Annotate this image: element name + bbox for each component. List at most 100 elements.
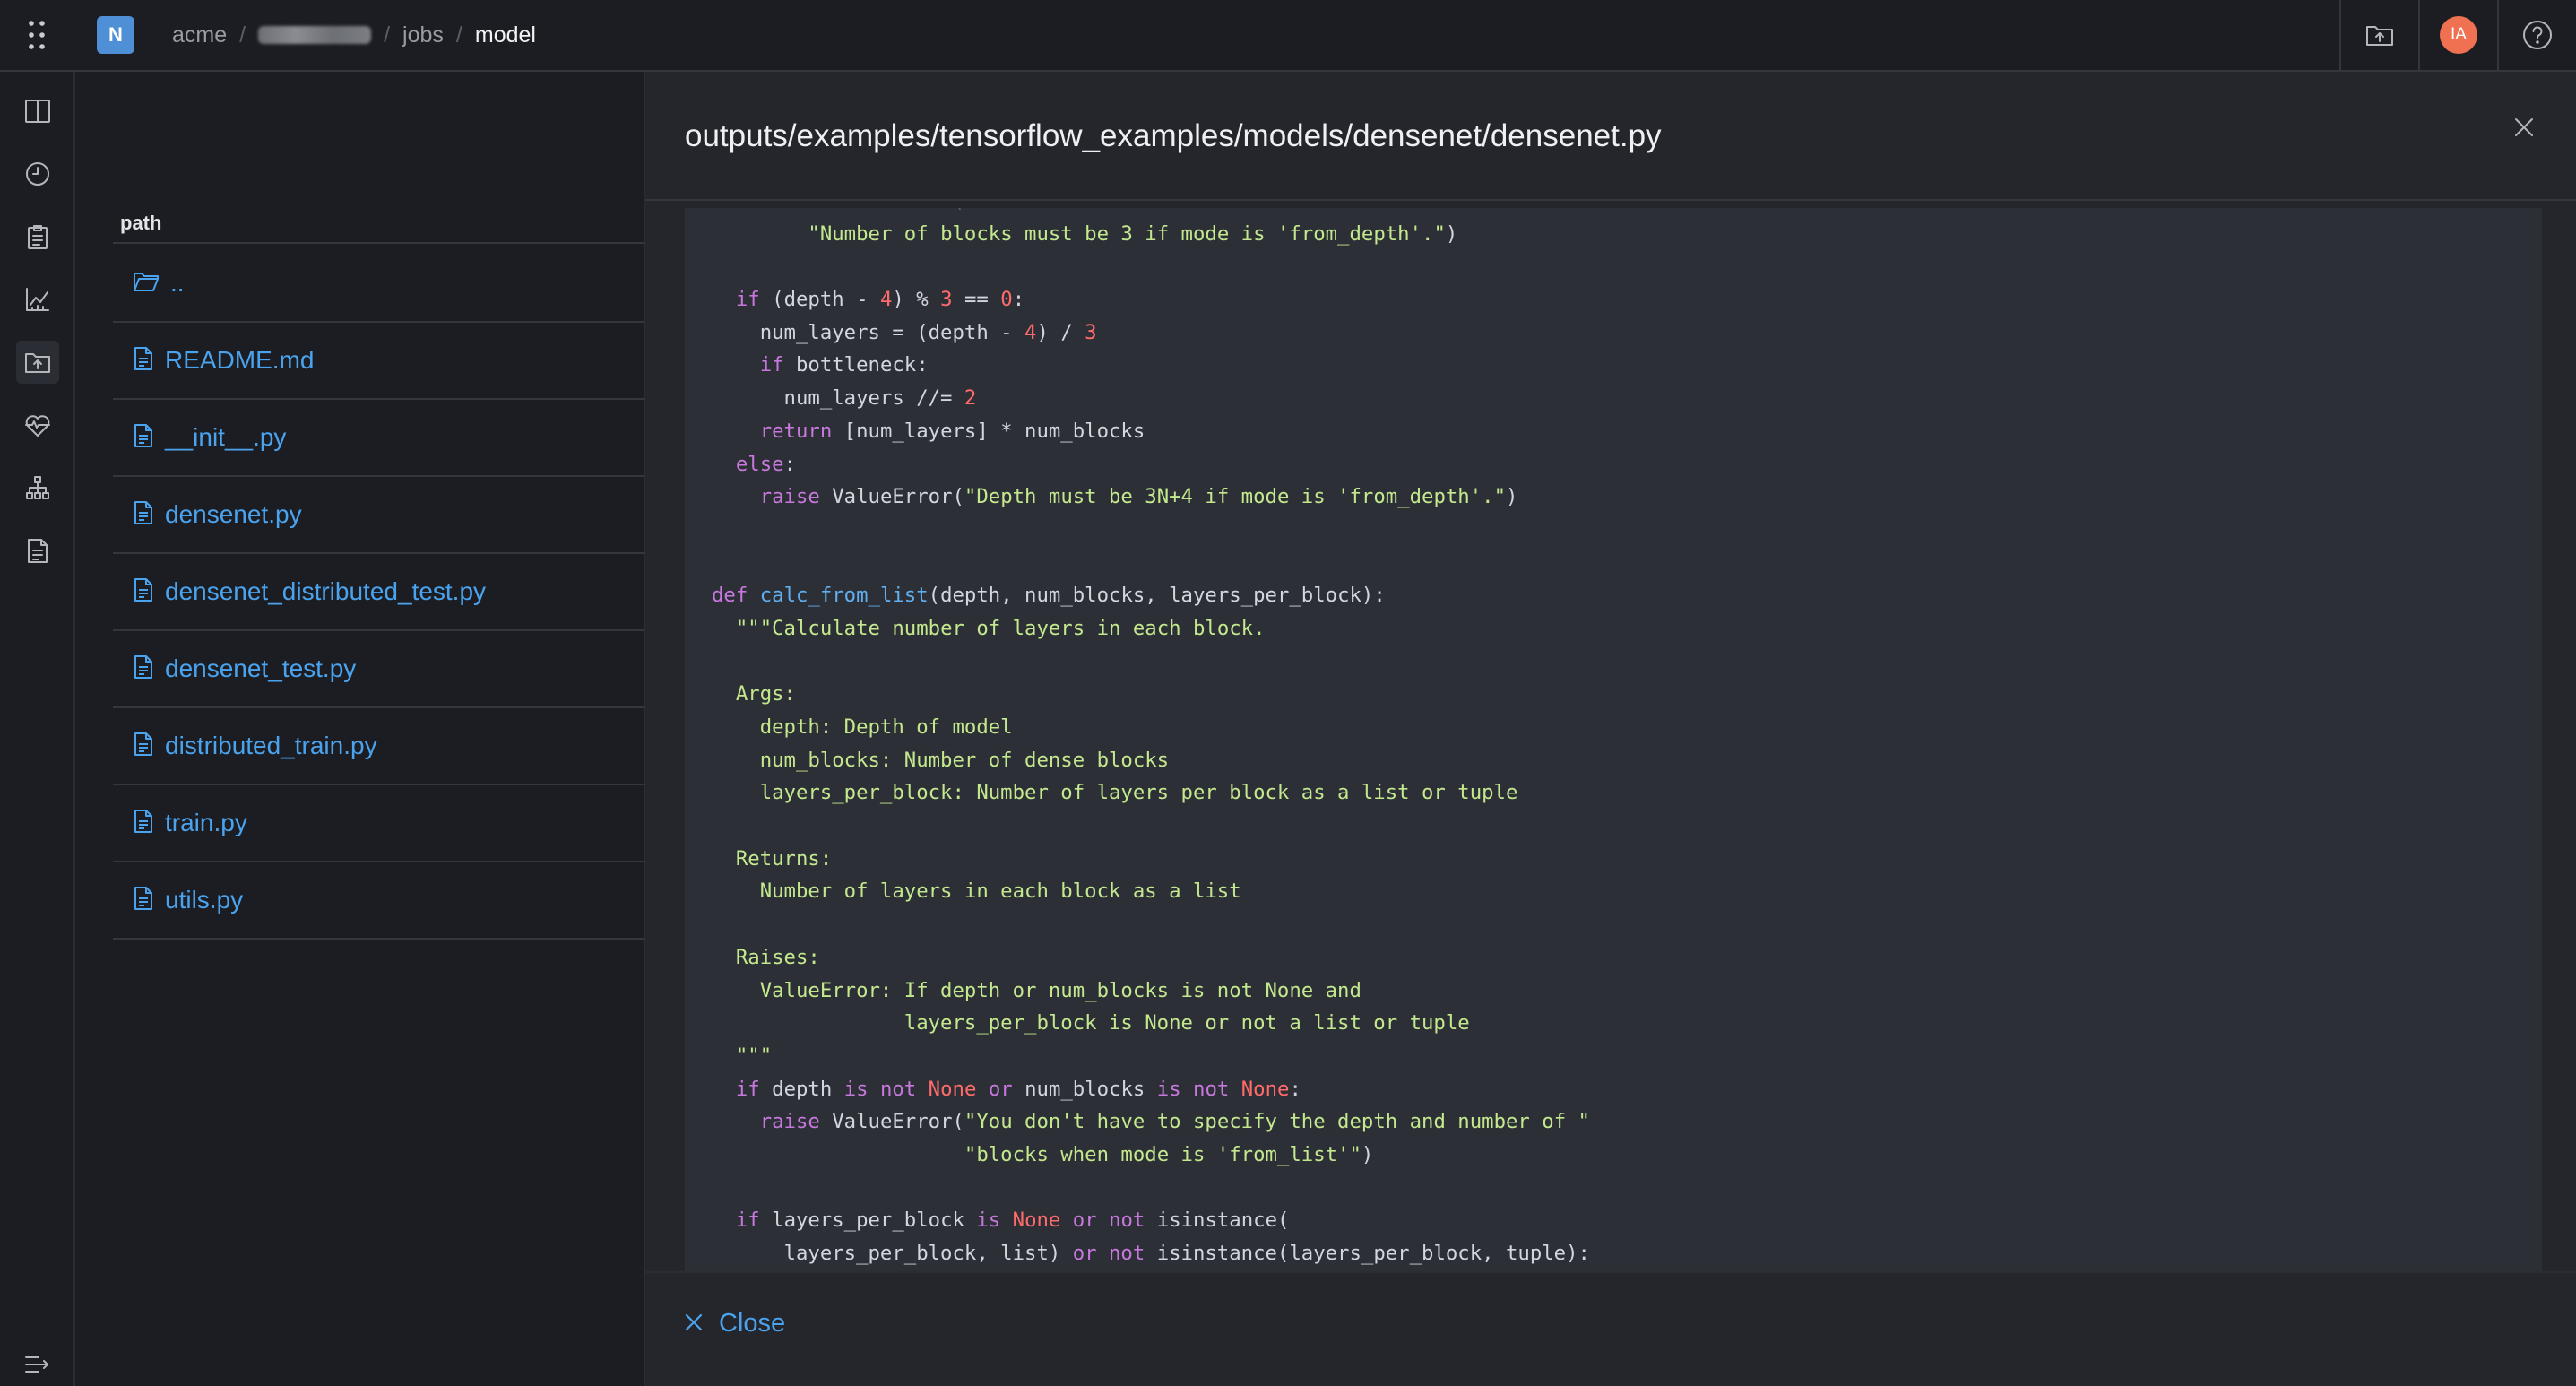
close-button[interactable]: Close: [685, 1309, 785, 1338]
code-content: raise ValueError( "Number of blocks must…: [685, 208, 1590, 1270]
code-line: num_layers = (depth - 4) / 3: [685, 316, 1590, 350]
code-token: ): [1506, 485, 1518, 509]
breadcrumb-project-redacted[interactable]: [258, 26, 372, 44]
file-name-link[interactable]: __init__.py: [165, 423, 286, 452]
file-name-link[interactable]: densenet_test.py: [165, 654, 356, 683]
file-name-link[interactable]: utils.py: [165, 886, 243, 914]
code-token: [num_layers] * num_blocks: [832, 419, 1145, 443]
breadcrumb: acme / / jobs / model: [172, 22, 536, 48]
heart-pulse-icon: [25, 415, 50, 437]
code-token: ) %: [892, 288, 941, 312]
divider: [645, 199, 2576, 201]
nav-metrics[interactable]: [16, 278, 59, 321]
code-token: return: [759, 419, 833, 443]
breadcrumb-owner[interactable]: acme: [172, 22, 227, 48]
code-token: isinstance(layers_per_block, tuple):: [1145, 1242, 1590, 1265]
code-token: num_layers //=: [712, 386, 964, 411]
folder-icon: [133, 270, 160, 298]
code-line: if (depth - 4) % 3 == 0:: [685, 283, 1590, 316]
file-name-link[interactable]: distributed_train.py: [165, 732, 377, 760]
brand-logo[interactable]: N: [97, 16, 134, 54]
file-name-link[interactable]: densenet.py: [165, 500, 302, 529]
file-icon: [133, 886, 154, 915]
code-token: raise ValueError(: [712, 208, 964, 212]
code-token: None: [1240, 1077, 1290, 1101]
app-menu-button[interactable]: [0, 0, 73, 71]
nav-docs[interactable]: [16, 529, 59, 572]
nav-lineage[interactable]: [16, 466, 59, 509]
code-token: :: [1012, 288, 1025, 312]
code-token: is: [976, 1208, 1001, 1233]
top-bar: N acme / / jobs / model IA: [0, 0, 2576, 72]
code-viewer[interactable]: raise ValueError( "Number of blocks must…: [685, 208, 2542, 1334]
close-icon: [685, 1309, 703, 1338]
code-token: 0: [1000, 288, 1013, 312]
code-token: Returns:: [712, 846, 833, 871]
code-token: None: [928, 1077, 977, 1101]
code-token: if: [735, 1208, 760, 1233]
upload-folder-button[interactable]: [2341, 0, 2418, 71]
file-row[interactable]: distributed_train.py: [113, 708, 645, 785]
code-line: ValueError: If depth or num_blocks is no…: [685, 975, 1590, 1008]
code-line: num_layers //= 2: [685, 382, 1590, 415]
breadcrumb-jobs[interactable]: jobs: [402, 22, 444, 48]
code-line: if depth is not None or num_blocks is no…: [685, 1073, 1590, 1106]
code-token: is not: [1156, 1077, 1230, 1101]
file-row[interactable]: densenet.py: [113, 477, 645, 554]
nav-health[interactable]: [16, 403, 59, 446]
file-row[interactable]: utils.py: [113, 862, 645, 940]
help-button[interactable]: [2499, 0, 2576, 71]
nav-history[interactable]: [16, 152, 59, 195]
file-icon: [133, 346, 154, 376]
code-line: "Number of blocks must be 3 if mode is '…: [685, 218, 1590, 251]
code-token: 4: [1024, 320, 1037, 344]
code-token: (depth -: [759, 288, 880, 312]
sidebar-expand-button[interactable]: [16, 1343, 59, 1386]
file-row[interactable]: densenet_distributed_test.py: [113, 554, 645, 631]
code-token: calc_from_list: [759, 584, 929, 608]
user-avatar-button[interactable]: IA: [2420, 0, 2497, 71]
nav-overview[interactable]: [16, 90, 59, 133]
file-name-link[interactable]: train.py: [165, 809, 247, 837]
file-icon: [133, 423, 154, 453]
code-token: 4: [879, 288, 893, 312]
file-row[interactable]: __init__.py: [113, 400, 645, 477]
panel-layout-icon: [25, 100, 50, 123]
code-token: raise: [759, 1110, 820, 1134]
code-token: ValueError(: [819, 1110, 964, 1134]
code-token: layers_per_block: Number of layers per b…: [712, 781, 1518, 805]
file-row[interactable]: densenet_test.py: [113, 631, 645, 708]
code-line: def calc_from_list(depth, num_blocks, la…: [685, 579, 1590, 612]
topbar-actions: IA: [2339, 0, 2576, 71]
code-token: depth: Depth of model: [712, 715, 1013, 739]
code-token: bottleneck:: [783, 353, 929, 377]
parent-folder-row[interactable]: ..: [113, 246, 645, 323]
clock-icon: [26, 162, 49, 186]
code-token: ) /: [1036, 320, 1085, 344]
nav-outputs[interactable]: [16, 341, 59, 384]
file-row[interactable]: train.py: [113, 785, 645, 862]
code-token: raise: [759, 485, 820, 509]
code-token: 3: [1085, 320, 1097, 344]
file-name-link[interactable]: README.md: [165, 346, 314, 375]
close-drawer-button[interactable]: [2499, 102, 2549, 152]
file-row[interactable]: README.md: [113, 323, 645, 400]
code-token: if: [735, 288, 760, 312]
file-name-link[interactable]: densenet_distributed_test.py: [165, 577, 486, 606]
nav-logs[interactable]: [16, 215, 59, 258]
file-icon: [133, 654, 154, 684]
code-token: :: [1289, 1077, 1301, 1101]
file-name-link[interactable]: ..: [170, 269, 185, 298]
